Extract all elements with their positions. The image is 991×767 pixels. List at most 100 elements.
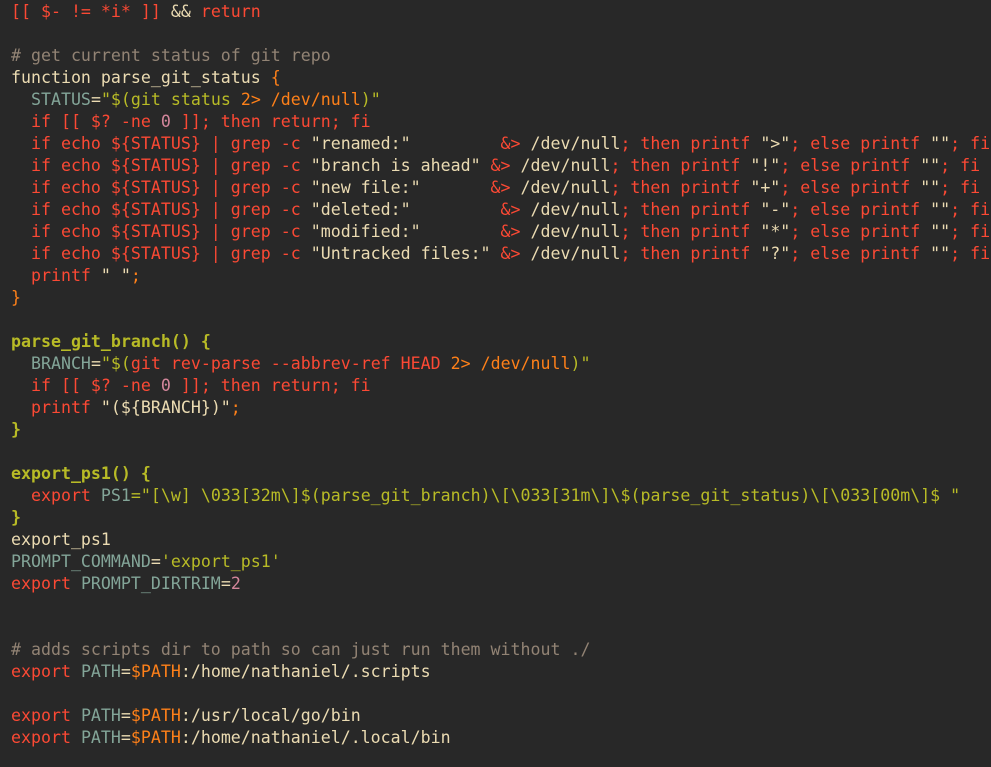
code-token: && bbox=[160, 2, 201, 21]
code-line[interactable]: } bbox=[11, 287, 991, 309]
code-token: "modified:" bbox=[310, 222, 421, 241]
code-token: PATH bbox=[80, 706, 121, 725]
code-token: ; fi bbox=[950, 244, 991, 263]
code-line[interactable] bbox=[11, 617, 991, 639]
code-line[interactable]: # adds scripts dir to path so can just r… bbox=[11, 639, 991, 661]
code-line[interactable]: if echo ${STATUS} | grep -c "branch is a… bbox=[11, 155, 991, 177]
code-token: = bbox=[90, 90, 101, 109]
code-token: ; else printf bbox=[790, 134, 931, 153]
code-line[interactable]: export_ps1 bbox=[11, 529, 991, 551]
code-token: ; else printf bbox=[780, 178, 921, 197]
code-token: = bbox=[90, 354, 101, 373]
code-line[interactable] bbox=[11, 595, 991, 617]
code-token: export bbox=[11, 486, 101, 505]
code-line[interactable]: if echo ${STATUS} | grep -c "renamed:" &… bbox=[11, 133, 991, 155]
code-token: ">" bbox=[760, 134, 791, 153]
code-token: "-" bbox=[760, 200, 791, 219]
code-token: [[ $- != *i* ]] bbox=[11, 2, 161, 21]
code-token: } bbox=[11, 508, 21, 527]
code-token: "deleted:" bbox=[310, 200, 411, 219]
code-token: } bbox=[11, 420, 21, 439]
code-line[interactable]: # get current status of git repo bbox=[11, 45, 991, 67]
code-token: )" bbox=[360, 90, 381, 109]
code-token: # adds scripts dir to path so can just r… bbox=[11, 640, 591, 659]
code-token: 2> /dev/null bbox=[240, 90, 361, 109]
code-token: /dev/null bbox=[520, 178, 611, 197]
code-token: parse_git_branch() { bbox=[11, 332, 211, 351]
code-token: = bbox=[150, 552, 161, 571]
code-token: "" bbox=[920, 178, 941, 197]
code-line[interactable] bbox=[11, 441, 991, 463]
code-token: ="[\w] \033[32m\]$( bbox=[130, 486, 321, 505]
code-token: &> bbox=[420, 222, 531, 241]
code-line[interactable]: PROMPT_COMMAND='export_ps1' bbox=[11, 551, 991, 573]
code-token: ; else printf bbox=[790, 244, 931, 263]
code-line[interactable]: printf " "; bbox=[11, 265, 991, 287]
code-line[interactable]: parse_git_branch() { bbox=[11, 331, 991, 353]
code-line[interactable]: if echo ${STATUS} | grep -c "Untracked f… bbox=[11, 243, 991, 265]
code-line[interactable]: if echo ${STATUS} | grep -c "modified:" … bbox=[11, 221, 991, 243]
code-line[interactable]: function parse_git_status { bbox=[11, 67, 991, 89]
code-token: :/home/nathaniel/.local/bin bbox=[180, 728, 451, 747]
code-line[interactable]: export PROMPT_DIRTRIM=2 bbox=[11, 573, 991, 595]
code-token: printf bbox=[11, 398, 101, 417]
code-line[interactable]: BRANCH="$(git rev-parse --abbrev-ref HEA… bbox=[11, 353, 991, 375]
code-line[interactable]: [[ $- != *i* ]] && return bbox=[11, 1, 991, 23]
code-token: "" bbox=[930, 200, 951, 219]
code-token: $PATH bbox=[130, 706, 181, 725]
code-token: parse_git_status bbox=[100, 68, 261, 87]
code-token: 'export_ps1' bbox=[160, 552, 281, 571]
code-token: export bbox=[11, 706, 81, 725]
code-token: "new file:" bbox=[310, 178, 421, 197]
code-line[interactable]: if echo ${STATUS} | grep -c "deleted:" &… bbox=[11, 199, 991, 221]
code-line[interactable] bbox=[11, 683, 991, 705]
code-token: ; then printf bbox=[610, 178, 751, 197]
code-token: 0 bbox=[160, 112, 171, 131]
code-token: ; bbox=[230, 398, 241, 417]
code-line[interactable]: if [[ $? -ne 0 ]]; then return; fi bbox=[11, 375, 991, 397]
code-line[interactable] bbox=[11, 23, 991, 45]
code-token: parse_git_status bbox=[640, 486, 801, 505]
code-token: return bbox=[200, 2, 261, 21]
code-token: STATUS bbox=[11, 90, 91, 109]
code-line[interactable]: printf "(${BRANCH})"; bbox=[11, 397, 991, 419]
code-token: ; then printf bbox=[620, 244, 761, 263]
code-line[interactable]: export PATH=$PATH:/home/nathaniel/.scrip… bbox=[11, 661, 991, 683]
code-token: ; else printf bbox=[790, 222, 931, 241]
code-token: export bbox=[11, 728, 81, 747]
code-token: ]]; then return; fi bbox=[170, 112, 371, 131]
code-token: &> bbox=[480, 156, 521, 175]
code-token: ; fi bbox=[940, 156, 981, 175]
code-line[interactable] bbox=[11, 309, 991, 331]
code-line[interactable]: STATUS="$(git status 2> /dev/null)" bbox=[11, 89, 991, 111]
code-token: export bbox=[11, 662, 81, 681]
code-token: PATH bbox=[80, 728, 121, 747]
code-token: export bbox=[11, 574, 81, 593]
code-token: ; then printf bbox=[620, 134, 761, 153]
code-line[interactable]: if [[ $? -ne 0 ]]; then return; fi bbox=[11, 111, 991, 133]
code-token: git rev-parse --abbrev-ref HEAD bbox=[130, 354, 451, 373]
code-token: ; fi bbox=[950, 222, 991, 241]
code-token: function bbox=[11, 68, 101, 87]
code-token: { bbox=[260, 68, 281, 87]
code-line[interactable]: export PS1="[\w] \033[32m\]$(parse_git_b… bbox=[11, 485, 991, 507]
code-token: :/home/nathaniel/.scripts bbox=[180, 662, 431, 681]
code-token: "branch is ahead" bbox=[310, 156, 481, 175]
code-token: PROMPT_COMMAND bbox=[11, 552, 151, 571]
code-editor[interactable]: [[ $- != *i* ]] && return # get current … bbox=[11, 1, 991, 749]
code-token: $PATH bbox=[130, 662, 181, 681]
code-line[interactable]: export_ps1() { bbox=[11, 463, 991, 485]
code-line[interactable]: if echo ${STATUS} | grep -c "new file:" … bbox=[11, 177, 991, 199]
code-token: if echo ${STATUS} | grep -c bbox=[11, 134, 311, 153]
code-token: BRANCH bbox=[11, 354, 91, 373]
code-line[interactable]: export PATH=$PATH:/usr/local/go/bin bbox=[11, 705, 991, 727]
code-line[interactable]: } bbox=[11, 419, 991, 441]
code-token: &> bbox=[410, 200, 531, 219]
code-token: 2 bbox=[230, 574, 241, 593]
code-token: )" bbox=[570, 354, 591, 373]
code-line[interactable]: export PATH=$PATH:/home/nathaniel/.local… bbox=[11, 727, 991, 749]
code-token: printf bbox=[11, 266, 101, 285]
code-token: = bbox=[120, 706, 131, 725]
code-line[interactable]: } bbox=[11, 507, 991, 529]
code-token: &> bbox=[410, 134, 531, 153]
